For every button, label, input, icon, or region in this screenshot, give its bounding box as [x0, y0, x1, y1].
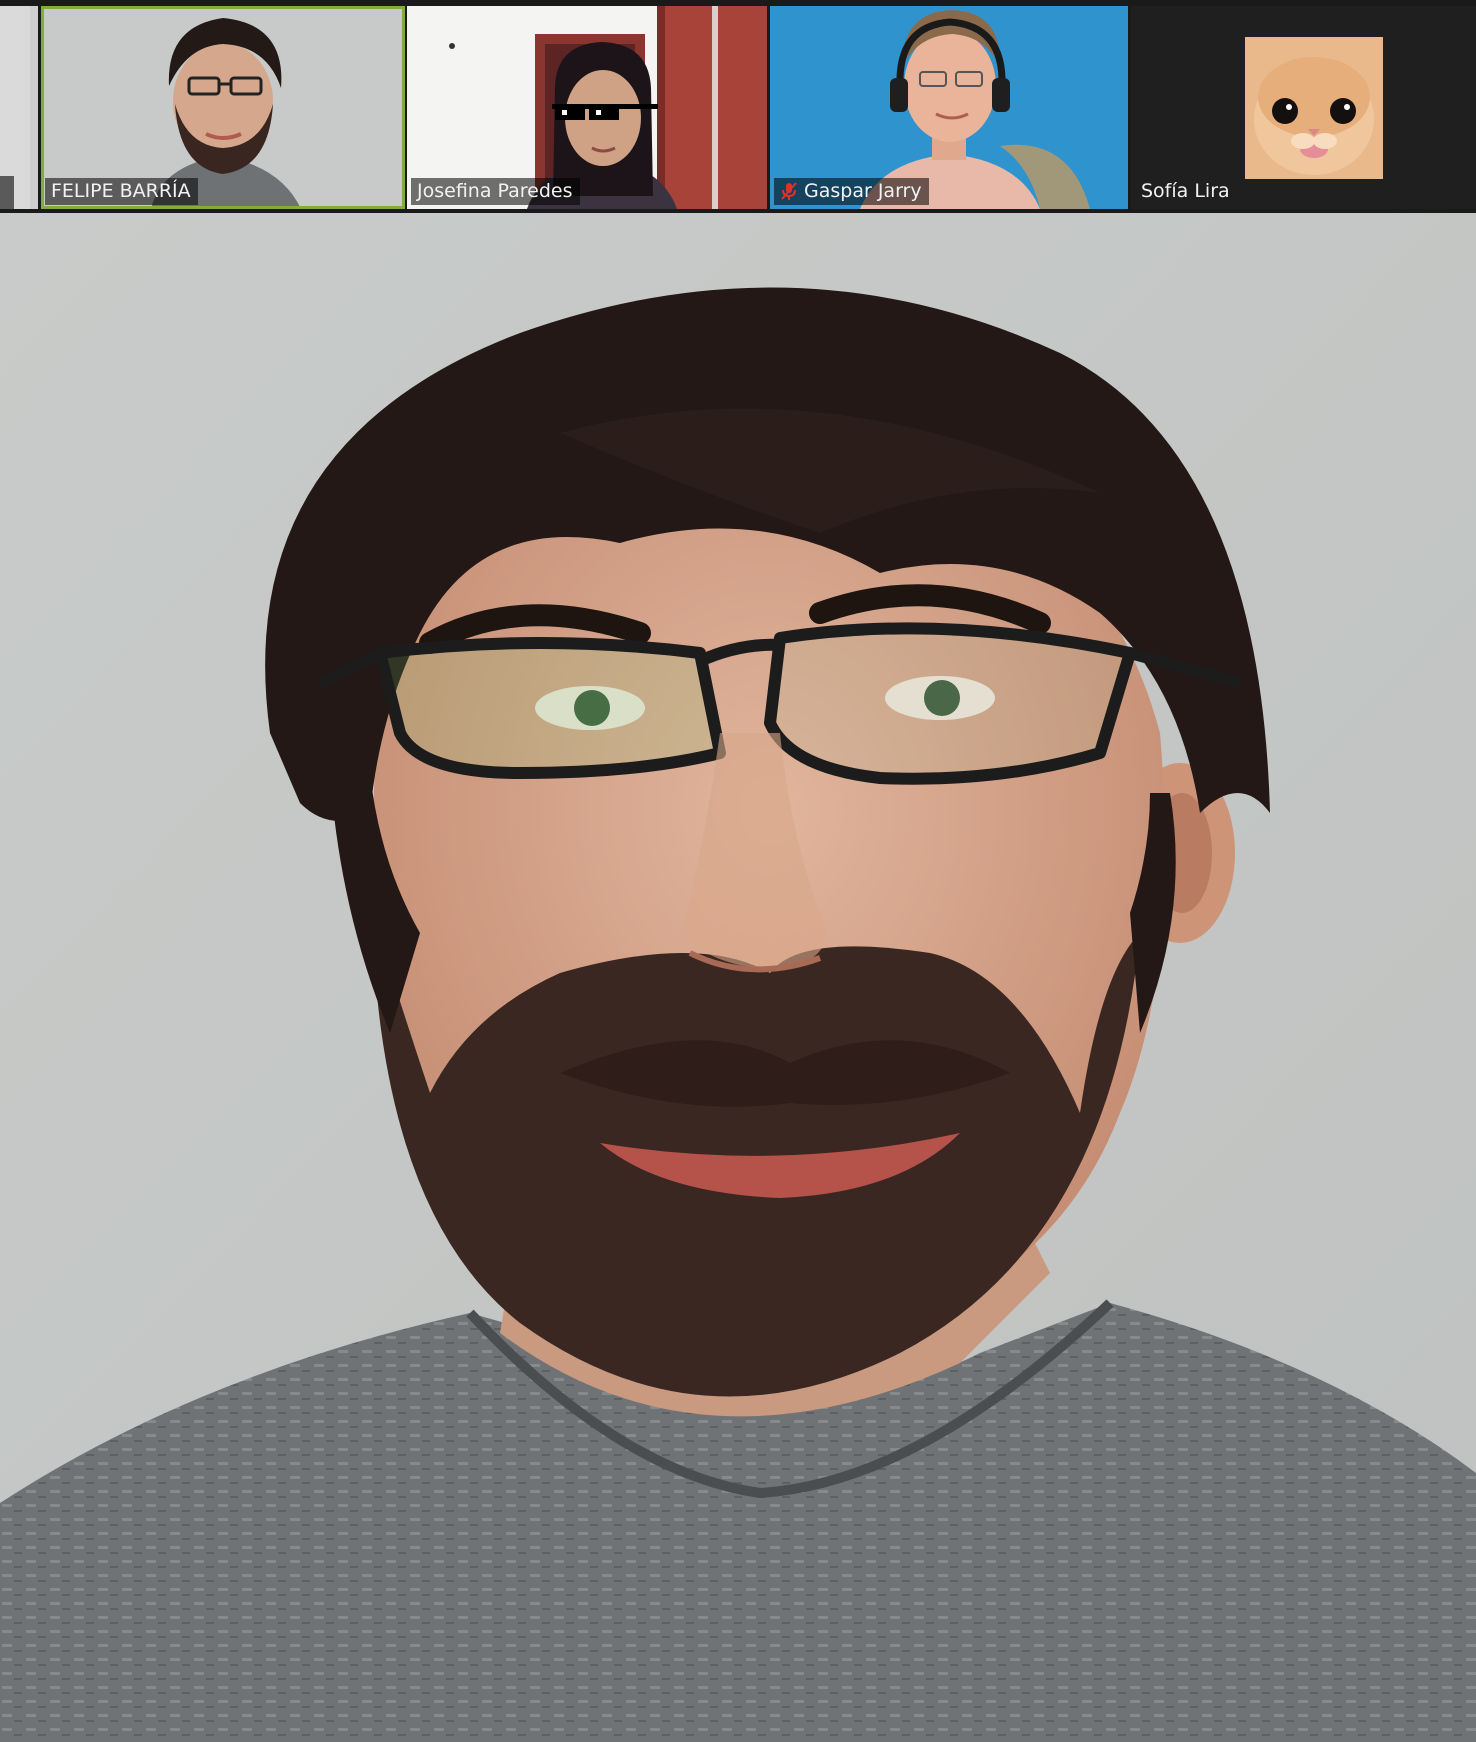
- participant-tile-josefina[interactable]: Josefina Paredes: [407, 6, 767, 209]
- participant-name-label: Gaspar Jarry: [774, 178, 929, 205]
- participant-strip: FELIPE BARRÍA Josefina Paredes Gaspar Ja…: [0, 0, 1476, 213]
- participant-name-label: Josefina Paredes: [411, 178, 580, 205]
- participant-tile-partial[interactable]: [0, 6, 38, 209]
- participant-name-label: FELIPE BARRÍA: [45, 178, 198, 205]
- main-speaker-video[interactable]: [0, 213, 1476, 1742]
- participant-name-label: Sofía Lira: [1141, 180, 1230, 202]
- participant-tile-felipe[interactable]: FELIPE BARRÍA: [41, 6, 405, 209]
- participant-video: [0, 6, 38, 209]
- mic-muted-icon: [781, 182, 797, 200]
- participant-tile-gaspar[interactable]: Gaspar Jarry: [770, 6, 1128, 209]
- speaker-video-frame: [0, 213, 1476, 1742]
- participant-tile-sofia[interactable]: Sofía Lira: [1131, 6, 1476, 209]
